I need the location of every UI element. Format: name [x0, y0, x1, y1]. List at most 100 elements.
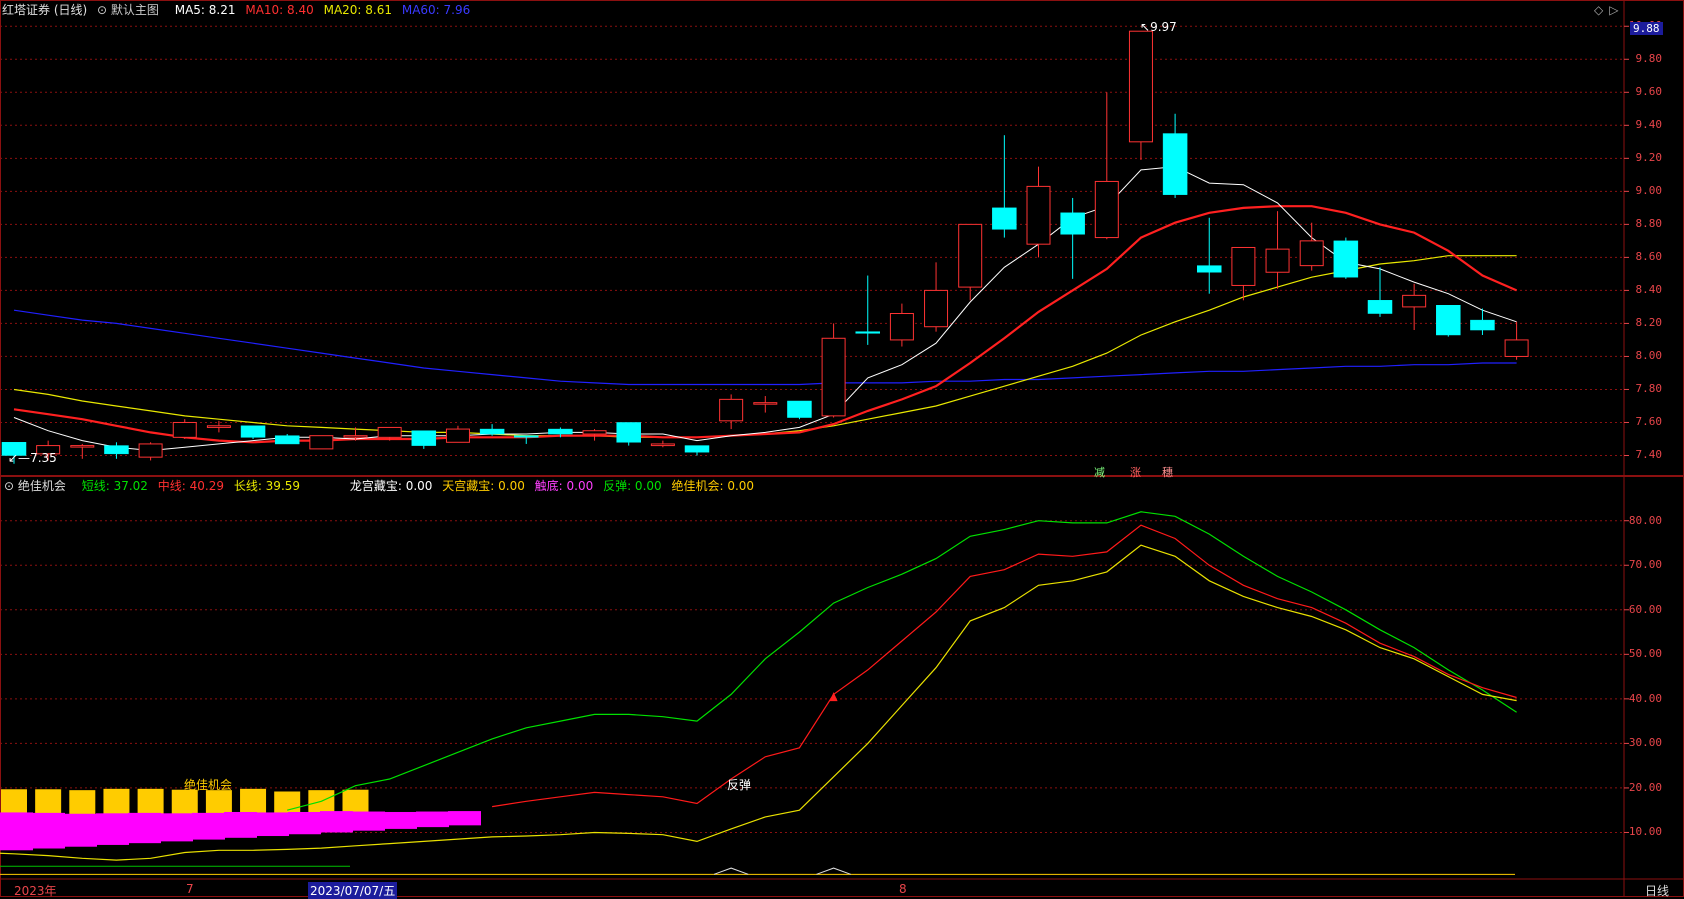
- osc-name[interactable]: ⊙ 绝佳机会: [4, 479, 72, 493]
- lgcb-magenta-bar: [64, 813, 97, 847]
- indicator-menu-label: 默认主图: [110, 3, 159, 17]
- current-price-box: 9.88: [1630, 22, 1663, 35]
- signal-jian: 减: [1094, 466, 1105, 479]
- candle-body-down: [1197, 265, 1222, 273]
- mid-line-value: 中线: 40.29: [157, 479, 224, 493]
- signal-sui: 穗: [1162, 466, 1173, 479]
- cursor-date-label: 2023/07/07/五: [308, 882, 398, 899]
- osc-tick-label: 10.00: [1628, 825, 1662, 839]
- lgcb-magenta-bar: [0, 812, 33, 851]
- osc-small-hump: [713, 867, 749, 875]
- osc-tick-label: 20.00: [1628, 780, 1662, 794]
- candle-body-up: [889, 313, 914, 341]
- price-tick-label: 8.00: [1635, 349, 1663, 363]
- chart-canvas[interactable]: [0, 0, 1684, 897]
- jjjh-value: 绝佳机会: 0.00: [671, 479, 755, 493]
- signal-zhang: 涨: [1130, 466, 1141, 479]
- candle-body-up: [924, 289, 949, 328]
- price-tick-label: 7.80: [1635, 382, 1663, 396]
- candle-body-down: [1162, 133, 1188, 195]
- candle-body-up: [719, 398, 744, 422]
- candle-body-down: [855, 331, 880, 334]
- osc-name-label: 绝佳机会: [17, 479, 66, 493]
- candle-body-down: [274, 435, 300, 445]
- time-label-july: 7: [186, 882, 194, 896]
- lgcb-magenta-bar: [160, 813, 193, 842]
- osc-tick-label: 60.00: [1628, 602, 1662, 616]
- ma10-value: MA10: 8.40: [245, 3, 314, 17]
- candle-body-down: [992, 207, 1017, 230]
- candle-body-up: [1265, 248, 1290, 273]
- lgcb-magenta-bar: [192, 812, 225, 840]
- time-label-aug: 8: [899, 882, 907, 896]
- lgcb-magenta-bar: [384, 811, 417, 829]
- time-label-year: 2023年: [14, 884, 57, 898]
- price-tick-label: 9.00: [1635, 184, 1663, 198]
- high-price-marker: ↖9.97: [1140, 20, 1177, 34]
- candle-body-up: [309, 435, 334, 450]
- price-tick-label: 9.80: [1635, 52, 1663, 66]
- ma60-line: [13, 309, 1517, 386]
- candle-body-up: [821, 337, 846, 417]
- ma5-value: MA5: 8.21: [174, 3, 236, 17]
- ma20-value: MA20: 8.61: [323, 3, 393, 17]
- diamond-icon[interactable]: ◇: [1594, 3, 1603, 17]
- candle-body-down: [240, 425, 266, 438]
- kline-chart-window[interactable]: 红塔证券 (日线) ⊙ 默认主图 MA5: 8.21 MA10: 8.40 MA…: [0, 0, 1684, 899]
- candle-body-up: [582, 430, 607, 435]
- osc-tick-label: 80.00: [1628, 513, 1662, 527]
- candle-body-up: [172, 421, 197, 438]
- triangle-icon[interactable]: ▷: [1609, 3, 1618, 17]
- long-line-value: 长线: 39.59: [233, 479, 301, 493]
- osc-tick-label: 30.00: [1628, 736, 1662, 750]
- candle-body-up: [650, 443, 675, 447]
- high-price-label: 9.97: [1150, 20, 1177, 34]
- lgcb-magenta-bar: [256, 812, 289, 837]
- indicator-menu-button[interactable]: ⊙ 默认主图: [97, 3, 165, 17]
- price-tick-label: 8.60: [1635, 250, 1663, 264]
- candle-body-up: [1299, 240, 1324, 267]
- price-tick-label: 9.40: [1635, 118, 1663, 132]
- short-line-value: 短线: 37.02: [81, 479, 148, 493]
- candle-body-up: [138, 443, 163, 458]
- candle-body-down: [1060, 212, 1085, 235]
- candle-body-up: [445, 428, 470, 443]
- candle-body-down: [787, 400, 812, 418]
- candle-body-down: [616, 422, 641, 443]
- fantan-value: 反弹: 0.00: [603, 479, 662, 493]
- candle-body-down: [1333, 240, 1359, 278]
- period-label[interactable]: 日线: [1645, 882, 1669, 899]
- jjjh-label: 绝佳机会: [184, 778, 233, 792]
- candle-body-up: [958, 223, 983, 288]
- osc-tick-label: 70.00: [1628, 558, 1662, 572]
- candle-body-down: [479, 428, 505, 435]
- candle-body-up: [70, 445, 95, 448]
- osc-small-hump: [816, 867, 851, 875]
- lgcb-magenta-bar: [128, 812, 161, 844]
- candle-body-up: [206, 425, 231, 428]
- price-tick-label: 9.20: [1635, 151, 1663, 165]
- price-tick-label: 7.40: [1635, 448, 1663, 462]
- lgcb-value: 龙宫藏宝: 0.00: [349, 479, 433, 493]
- candle-body-up: [753, 402, 778, 405]
- candle-body-down: [1367, 300, 1393, 314]
- candle-body-down: [1470, 319, 1495, 331]
- osc-tick-label: 40.00: [1628, 691, 1662, 705]
- candle-body-down: [411, 430, 437, 446]
- price-tick-label: 8.80: [1635, 217, 1663, 231]
- price-tick-label: 7.60: [1635, 415, 1663, 429]
- candle-body-up: [1026, 185, 1051, 245]
- candle-body-up: [1094, 180, 1119, 239]
- lgcb-magenta-bar: [320, 811, 353, 833]
- candle-body-down: [684, 445, 710, 453]
- chart-frame: [0, 0, 1684, 897]
- price-tick-label: 9.60: [1635, 85, 1663, 99]
- osc-up-arrow: [829, 692, 838, 702]
- candle-body-down: [514, 435, 539, 438]
- main-indicator-header: 红塔证券 (日线) ⊙ 默认主图 MA5: 8.21 MA10: 8.40 MA…: [2, 2, 476, 18]
- candle-body-up: [1128, 30, 1153, 143]
- tgcb-value: 天宫藏宝: 0.00: [442, 479, 525, 493]
- stock-title[interactable]: 红塔证券 (日线): [2, 3, 87, 17]
- lgcb-magenta-bar: [352, 811, 385, 831]
- candle-body-down: [548, 428, 573, 435]
